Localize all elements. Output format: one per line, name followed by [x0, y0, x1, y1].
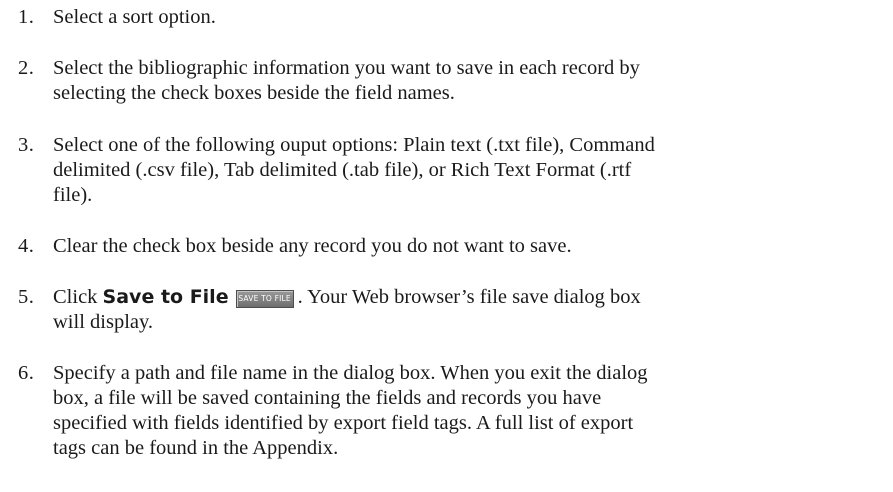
- step-number: 6.: [18, 362, 35, 384]
- step-suffix: . Your Web browser’s file save dialog bo…: [297, 286, 641, 308]
- step-number: 4.: [18, 235, 35, 257]
- step-line: Select a sort option.: [53, 6, 216, 28]
- step-number: 3.: [18, 134, 35, 156]
- step-number: 2.: [18, 57, 35, 79]
- step-line: file).: [53, 184, 93, 206]
- instruction-document: 1. Select a sort option. 2. Select the b…: [0, 0, 893, 492]
- step-prefix: Click: [53, 286, 103, 308]
- step-text: Select a sort option.: [53, 5, 889, 30]
- save-to-file-label: Save to File: [102, 286, 229, 308]
- step-line: Clear the check box beside any record yo…: [53, 235, 572, 257]
- step-text: Click Save to File SAVE TO FILE. Your Web…: [53, 285, 889, 335]
- step-line: will display.: [53, 311, 154, 333]
- save-to-file-button[interactable]: SAVE TO FILE: [235, 290, 294, 308]
- step-line: delimited (.csv file), Tab delimited (.t…: [53, 159, 632, 181]
- step-number: 5.: [18, 286, 35, 308]
- step-line: selecting the check boxes beside the fie…: [53, 82, 455, 104]
- step-line: Specify a path and file name in the dial…: [53, 362, 648, 384]
- step-line: Select the bibliographic information you…: [53, 57, 640, 79]
- step-text: Specify a path and file name in the dial…: [53, 361, 889, 461]
- step-line: tags can be found in the Appendix.: [53, 437, 339, 459]
- step-text: Clear the check box beside any record yo…: [53, 234, 889, 259]
- step-number: 1.: [18, 6, 35, 28]
- step-line: specified with fields identified by expo…: [53, 412, 634, 434]
- step-text: Select one of the following ouput option…: [53, 133, 889, 208]
- step-line: box, a file will be saved containing the…: [53, 387, 602, 409]
- step-line: Select one of the following ouput option…: [53, 134, 655, 156]
- step-line: Click Save to File SAVE TO FILE. Your Web…: [53, 285, 889, 310]
- step-text: Select the bibliographic information you…: [53, 56, 889, 106]
